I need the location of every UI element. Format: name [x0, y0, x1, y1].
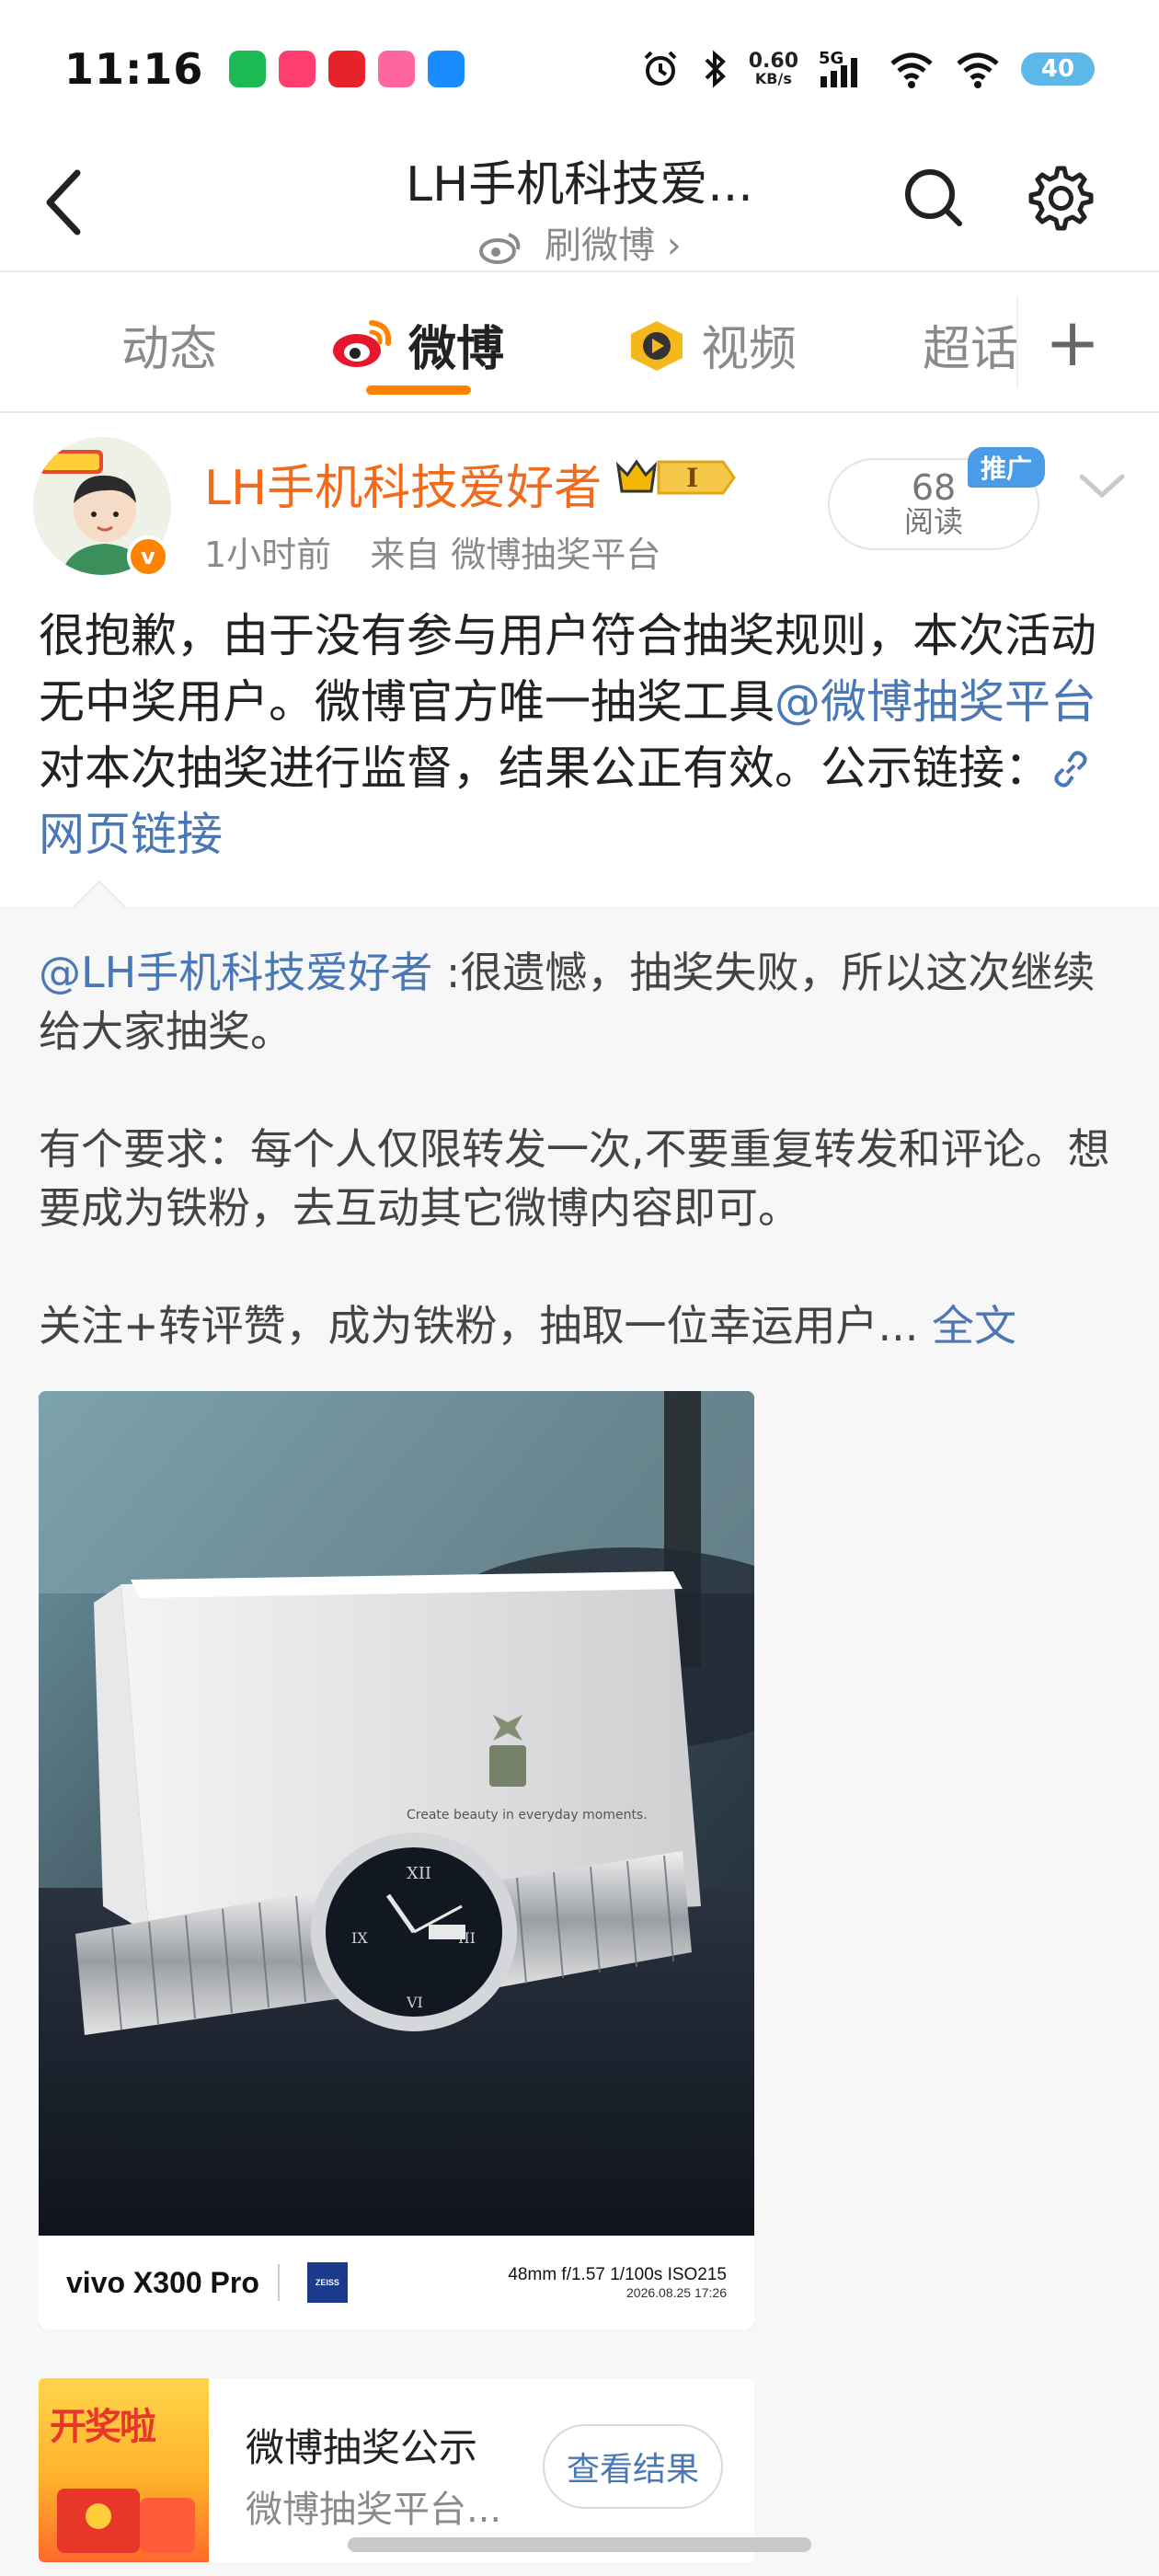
repost-paragraph: 有个要求：每个人仅限转发一次,不要重复转发和评论。想要成为铁粉，去互动其它微博内… — [39, 1124, 1110, 1233]
mention-link[interactable]: @微博抽奖平台 — [775, 675, 1096, 729]
tab-weibo[interactable]: 微博 — [329, 310, 504, 379]
tab-supertopic[interactable]: 超话 — [923, 310, 1018, 379]
signal-icon: 5G — [819, 49, 857, 87]
red-envelope-icon — [57, 2489, 195, 2553]
post-meta: 1小时前 来自 微博抽奖平台 — [204, 526, 660, 577]
refresh-weibo-label: 刷微博 — [545, 224, 655, 267]
video-icon — [631, 320, 683, 371]
alarm-icon — [644, 51, 677, 86]
verified-badge: v — [127, 535, 169, 578]
post-source[interactable]: 来自 微博抽奖平台 — [370, 535, 660, 575]
link-icon — [1054, 751, 1087, 788]
browser-app-icon — [428, 51, 465, 87]
reposted-content[interactable]: @LH手机科技爱好者 :很遗憾，抽奖失败，所以这次继续给大家抽奖。 有个要求：每… — [0, 880, 1159, 2576]
watermark-divider — [277, 2264, 280, 2301]
read-label: 阅读 — [903, 504, 963, 540]
video-app-icon — [279, 51, 316, 87]
repost-notch — [73, 880, 126, 933]
lottery-thumbnail: 开奖啦 — [39, 2378, 209, 2562]
read-count: 68 — [911, 467, 957, 509]
top-nav: LH手机科技爱... 刷微博 › — [0, 138, 1159, 271]
home-indicator[interactable] — [348, 2537, 811, 2552]
profile-tabs: 动态 微博 视频 超话 + — [0, 273, 1159, 411]
status-app-icons — [229, 51, 465, 87]
nav-divider — [0, 270, 1159, 272]
camera-model: vivo X300 Pro — [66, 2265, 259, 2299]
camera-specs: 48mm f/1.57 1/100s ISO215 — [508, 2265, 727, 2284]
weibo-logo-icon — [479, 233, 521, 264]
view-result-button[interactable]: 查看结果 — [543, 2424, 723, 2509]
weibo-logo-icon — [333, 319, 392, 367]
post-text: 很抱歉，由于没有参与用户符合抽奖规则，本次活动无中奖用户。微博官方唯一抽奖工具@… — [39, 609, 1096, 861]
tab-video[interactable]: 视频 — [625, 310, 797, 379]
author-name[interactable]: LH手机科技爱好者 — [204, 449, 602, 518]
post-photo[interactable]: Create beauty in everyday moments. XII I… — [39, 1391, 754, 2329]
tabs-divider — [0, 411, 1159, 413]
post-header: v LH手机科技爱好者 I 1小时前 来自 微博抽奖平台 68 阅读 推广 — [0, 414, 1159, 598]
active-tab-indicator — [366, 385, 471, 395]
svg-text:I: I — [686, 463, 698, 493]
chevron-right-icon: › — [666, 224, 682, 267]
bilibili-icon — [378, 51, 416, 87]
promo-badge: 推广 — [968, 447, 1046, 488]
add-tab-button[interactable]: + — [1016, 296, 1127, 388]
page-title: LH手机科技爱... — [406, 157, 753, 213]
repost-text: @LH手机科技爱好者 :很遗憾，抽奖失败，所以这次继续给大家抽奖。 有个要求：每… — [39, 943, 1133, 1355]
tab-dynamics[interactable]: 动态 — [121, 310, 217, 379]
camera-watermark: vivo X300 Pro ZEISS 48mm f/1.57 1/100s I… — [39, 2236, 754, 2329]
svg-text:VI: VI — [406, 1994, 423, 2011]
svg-text:Create beauty in everyday mome: Create beauty in everyday moments. — [407, 1808, 648, 1823]
chevron-down-icon[interactable] — [1074, 462, 1130, 508]
toutiao-icon — [328, 51, 366, 87]
card-title: 微博抽奖公示 — [246, 2425, 478, 2470]
repost-mention-link[interactable]: @LH手机科技爱好者 — [39, 948, 432, 997]
bluetooth-icon — [705, 50, 726, 88]
svg-text:XII: XII — [407, 1864, 431, 1883]
search-icon[interactable] — [897, 161, 970, 235]
wifi-icon-2 — [957, 52, 999, 88]
net-speed: 0.60 KB/s — [748, 50, 798, 87]
status-bar: 11:16 0.60 KB/s 5G 40 — [0, 0, 1159, 138]
status-time: 11:16 — [64, 44, 204, 94]
refresh-weibo-link[interactable]: 刷微博 › — [0, 215, 1159, 269]
rank-badge-icon[interactable]: I — [613, 456, 738, 499]
wechat-icon — [229, 51, 267, 87]
zeiss-logo-icon: ZEISS — [306, 2262, 348, 2303]
card-subtitle: 微博抽奖平台... — [246, 2489, 502, 2531]
watch-photo-image: Create beauty in everyday moments. XII I… — [39, 1391, 754, 2236]
full-text-link[interactable]: 全文 — [932, 1301, 1016, 1351]
battery-indicator: 40 — [1021, 52, 1095, 86]
svg-text:IX: IX — [351, 1929, 368, 1947]
wifi-icon — [890, 52, 933, 88]
lottery-result-card[interactable]: 开奖啦 微博抽奖公示 微博抽奖平台... 查看结果 — [39, 2378, 754, 2562]
post-time: 1小时前 — [204, 535, 332, 575]
photo-datetime: 2026.08.25 17:26 — [626, 2285, 727, 2300]
svg-text:5G: 5G — [819, 49, 843, 68]
gear-icon[interactable] — [1021, 161, 1095, 235]
